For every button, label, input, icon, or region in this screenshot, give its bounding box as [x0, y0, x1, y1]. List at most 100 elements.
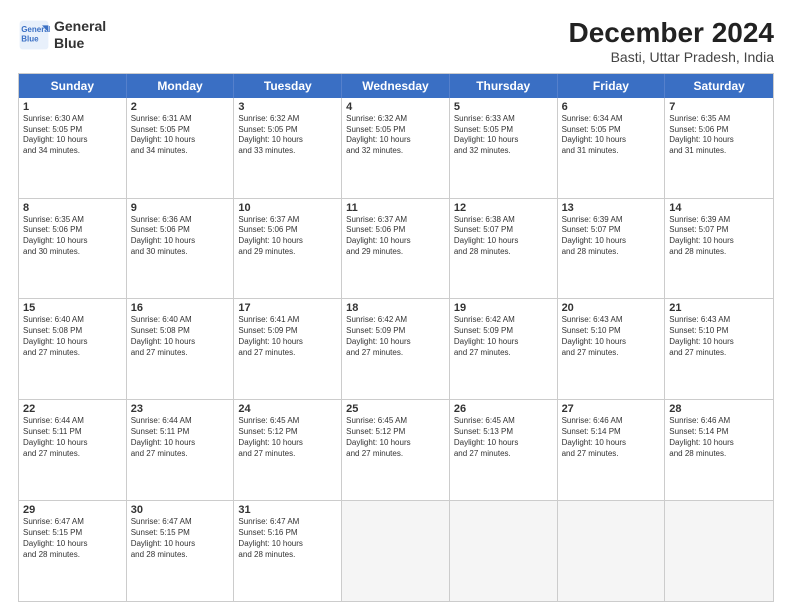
day-info: Sunrise: 6:32 AM Sunset: 5:05 PM Dayligh…	[238, 114, 337, 157]
calendar-cell-4-1: 22Sunrise: 6:44 AM Sunset: 5:11 PM Dayli…	[19, 400, 127, 500]
day-number: 6	[562, 101, 661, 113]
day-info: Sunrise: 6:47 AM Sunset: 5:15 PM Dayligh…	[131, 517, 230, 560]
logo-icon: General Blue	[18, 19, 50, 51]
calendar-cell-1-2: 2Sunrise: 6:31 AM Sunset: 5:05 PM Daylig…	[127, 98, 235, 198]
day-number: 2	[131, 101, 230, 113]
calendar-cell-4-3: 24Sunrise: 6:45 AM Sunset: 5:12 PM Dayli…	[234, 400, 342, 500]
main-title: December 2024	[569, 18, 774, 49]
calendar-cell-5-5	[450, 501, 558, 601]
calendar-week-2: 8Sunrise: 6:35 AM Sunset: 5:06 PM Daylig…	[19, 198, 773, 299]
day-info: Sunrise: 6:47 AM Sunset: 5:15 PM Dayligh…	[23, 517, 122, 560]
day-number: 13	[562, 202, 661, 214]
day-number: 24	[238, 403, 337, 415]
calendar-header: Sunday Monday Tuesday Wednesday Thursday…	[19, 74, 773, 98]
calendar-cell-1-1: 1Sunrise: 6:30 AM Sunset: 5:05 PM Daylig…	[19, 98, 127, 198]
calendar-cell-3-6: 20Sunrise: 6:43 AM Sunset: 5:10 PM Dayli…	[558, 299, 666, 399]
day-number: 11	[346, 202, 445, 214]
calendar-cell-1-3: 3Sunrise: 6:32 AM Sunset: 5:05 PM Daylig…	[234, 98, 342, 198]
subtitle: Basti, Uttar Pradesh, India	[569, 49, 774, 65]
header-wednesday: Wednesday	[342, 74, 450, 98]
day-number: 8	[23, 202, 122, 214]
calendar-cell-5-1: 29Sunrise: 6:47 AM Sunset: 5:15 PM Dayli…	[19, 501, 127, 601]
calendar-cell-2-1: 8Sunrise: 6:35 AM Sunset: 5:06 PM Daylig…	[19, 199, 127, 299]
calendar: Sunday Monday Tuesday Wednesday Thursday…	[18, 73, 774, 602]
day-number: 25	[346, 403, 445, 415]
title-block: December 2024 Basti, Uttar Pradesh, Indi…	[569, 18, 774, 65]
day-info: Sunrise: 6:39 AM Sunset: 5:07 PM Dayligh…	[669, 215, 769, 258]
calendar-body: 1Sunrise: 6:30 AM Sunset: 5:05 PM Daylig…	[19, 98, 773, 601]
day-info: Sunrise: 6:40 AM Sunset: 5:08 PM Dayligh…	[23, 315, 122, 358]
day-number: 16	[131, 302, 230, 314]
day-info: Sunrise: 6:40 AM Sunset: 5:08 PM Dayligh…	[131, 315, 230, 358]
day-info: Sunrise: 6:43 AM Sunset: 5:10 PM Dayligh…	[562, 315, 661, 358]
day-info: Sunrise: 6:46 AM Sunset: 5:14 PM Dayligh…	[562, 416, 661, 459]
calendar-week-1: 1Sunrise: 6:30 AM Sunset: 5:05 PM Daylig…	[19, 98, 773, 198]
calendar-cell-4-7: 28Sunrise: 6:46 AM Sunset: 5:14 PM Dayli…	[665, 400, 773, 500]
day-number: 26	[454, 403, 553, 415]
day-info: Sunrise: 6:36 AM Sunset: 5:06 PM Dayligh…	[131, 215, 230, 258]
day-info: Sunrise: 6:45 AM Sunset: 5:13 PM Dayligh…	[454, 416, 553, 459]
day-number: 1	[23, 101, 122, 113]
day-info: Sunrise: 6:32 AM Sunset: 5:05 PM Dayligh…	[346, 114, 445, 157]
calendar-cell-4-5: 26Sunrise: 6:45 AM Sunset: 5:13 PM Dayli…	[450, 400, 558, 500]
header-saturday: Saturday	[665, 74, 773, 98]
day-number: 30	[131, 504, 230, 516]
day-number: 5	[454, 101, 553, 113]
calendar-cell-3-1: 15Sunrise: 6:40 AM Sunset: 5:08 PM Dayli…	[19, 299, 127, 399]
calendar-cell-1-5: 5Sunrise: 6:33 AM Sunset: 5:05 PM Daylig…	[450, 98, 558, 198]
logo-text-line1: General	[54, 18, 106, 35]
day-number: 19	[454, 302, 553, 314]
calendar-cell-2-4: 11Sunrise: 6:37 AM Sunset: 5:06 PM Dayli…	[342, 199, 450, 299]
day-info: Sunrise: 6:41 AM Sunset: 5:09 PM Dayligh…	[238, 315, 337, 358]
calendar-cell-3-5: 19Sunrise: 6:42 AM Sunset: 5:09 PM Dayli…	[450, 299, 558, 399]
day-number: 4	[346, 101, 445, 113]
day-info: Sunrise: 6:43 AM Sunset: 5:10 PM Dayligh…	[669, 315, 769, 358]
day-number: 21	[669, 302, 769, 314]
calendar-week-4: 22 Sunrise: 6:44 AM Sunset: 5:11 PM Dayli…	[19, 399, 773, 500]
day-info: Sunrise: 6:35 AM Sunset: 5:06 PM Dayligh…	[669, 114, 769, 157]
header-monday: Monday	[127, 74, 235, 98]
day-number: 22	[23, 403, 122, 415]
day-info: Sunrise: 6:38 AM Sunset: 5:07 PM Dayligh…	[454, 215, 553, 258]
calendar-cell-4-4: 25Sunrise: 6:45 AM Sunset: 5:12 PM Dayli…	[342, 400, 450, 500]
calendar-cell-3-4: 18Sunrise: 6:42 AM Sunset: 5:09 PM Dayli…	[342, 299, 450, 399]
day-number: 29	[23, 504, 122, 516]
day-info: Sunrise: 6:37 AM Sunset: 5:06 PM Dayligh…	[346, 215, 445, 258]
day-number: 15	[23, 302, 122, 314]
day-info: Sunrise: 6:42 AM Sunset: 5:09 PM Dayligh…	[454, 315, 553, 358]
day-info: Sunrise: 6:34 AM Sunset: 5:05 PM Dayligh…	[562, 114, 661, 157]
day-info: Sunrise: 6:45 AM Sunset: 5:12 PM Dayligh…	[346, 416, 445, 459]
page: General Blue General Blue December 2024 …	[0, 0, 792, 612]
day-number: 27	[562, 403, 661, 415]
logo-text-line2: Blue	[54, 35, 106, 52]
day-number: 10	[238, 202, 337, 214]
day-info: Sunrise: 6:37 AM Sunset: 5:06 PM Dayligh…	[238, 215, 337, 258]
day-info: Sunrise: 6:35 AM Sunset: 5:06 PM Dayligh…	[23, 215, 122, 258]
calendar-cell-3-2: 16Sunrise: 6:40 AM Sunset: 5:08 PM Dayli…	[127, 299, 235, 399]
header-sunday: Sunday	[19, 74, 127, 98]
header: General Blue General Blue December 2024 …	[18, 18, 774, 65]
day-info: Sunrise: 6:42 AM Sunset: 5:09 PM Dayligh…	[346, 315, 445, 358]
calendar-cell-2-5: 12Sunrise: 6:38 AM Sunset: 5:07 PM Dayli…	[450, 199, 558, 299]
header-friday: Friday	[558, 74, 666, 98]
calendar-cell-1-6: 6Sunrise: 6:34 AM Sunset: 5:05 PM Daylig…	[558, 98, 666, 198]
day-number: 9	[131, 202, 230, 214]
calendar-cell-5-4	[342, 501, 450, 601]
day-number: 28	[669, 403, 769, 415]
day-info: Sunrise: 6:45 AM Sunset: 5:12 PM Dayligh…	[238, 416, 337, 459]
calendar-cell-2-7: 14Sunrise: 6:39 AM Sunset: 5:07 PM Dayli…	[665, 199, 773, 299]
day-number: 23	[131, 403, 230, 415]
calendar-cell-2-3: 10Sunrise: 6:37 AM Sunset: 5:06 PM Dayli…	[234, 199, 342, 299]
day-info: Sunrise: 6:46 AM Sunset: 5:14 PM Dayligh…	[669, 416, 769, 459]
day-number: 12	[454, 202, 553, 214]
calendar-cell-4-2: 23Sunrise: 6:44 AM Sunset: 5:11 PM Dayli…	[127, 400, 235, 500]
calendar-cell-2-6: 13Sunrise: 6:39 AM Sunset: 5:07 PM Dayli…	[558, 199, 666, 299]
header-tuesday: Tuesday	[234, 74, 342, 98]
calendar-week-3: 15Sunrise: 6:40 AM Sunset: 5:08 PM Dayli…	[19, 298, 773, 399]
calendar-cell-3-7: 21Sunrise: 6:43 AM Sunset: 5:10 PM Dayli…	[665, 299, 773, 399]
day-info: Sunrise: 6:44 AM Sunset: 5:11 PM Dayligh…	[131, 416, 230, 459]
day-number: 7	[669, 101, 769, 113]
day-number: 20	[562, 302, 661, 314]
day-info: Sunrise: 6:47 AM Sunset: 5:16 PM Dayligh…	[238, 517, 337, 560]
day-number: 14	[669, 202, 769, 214]
